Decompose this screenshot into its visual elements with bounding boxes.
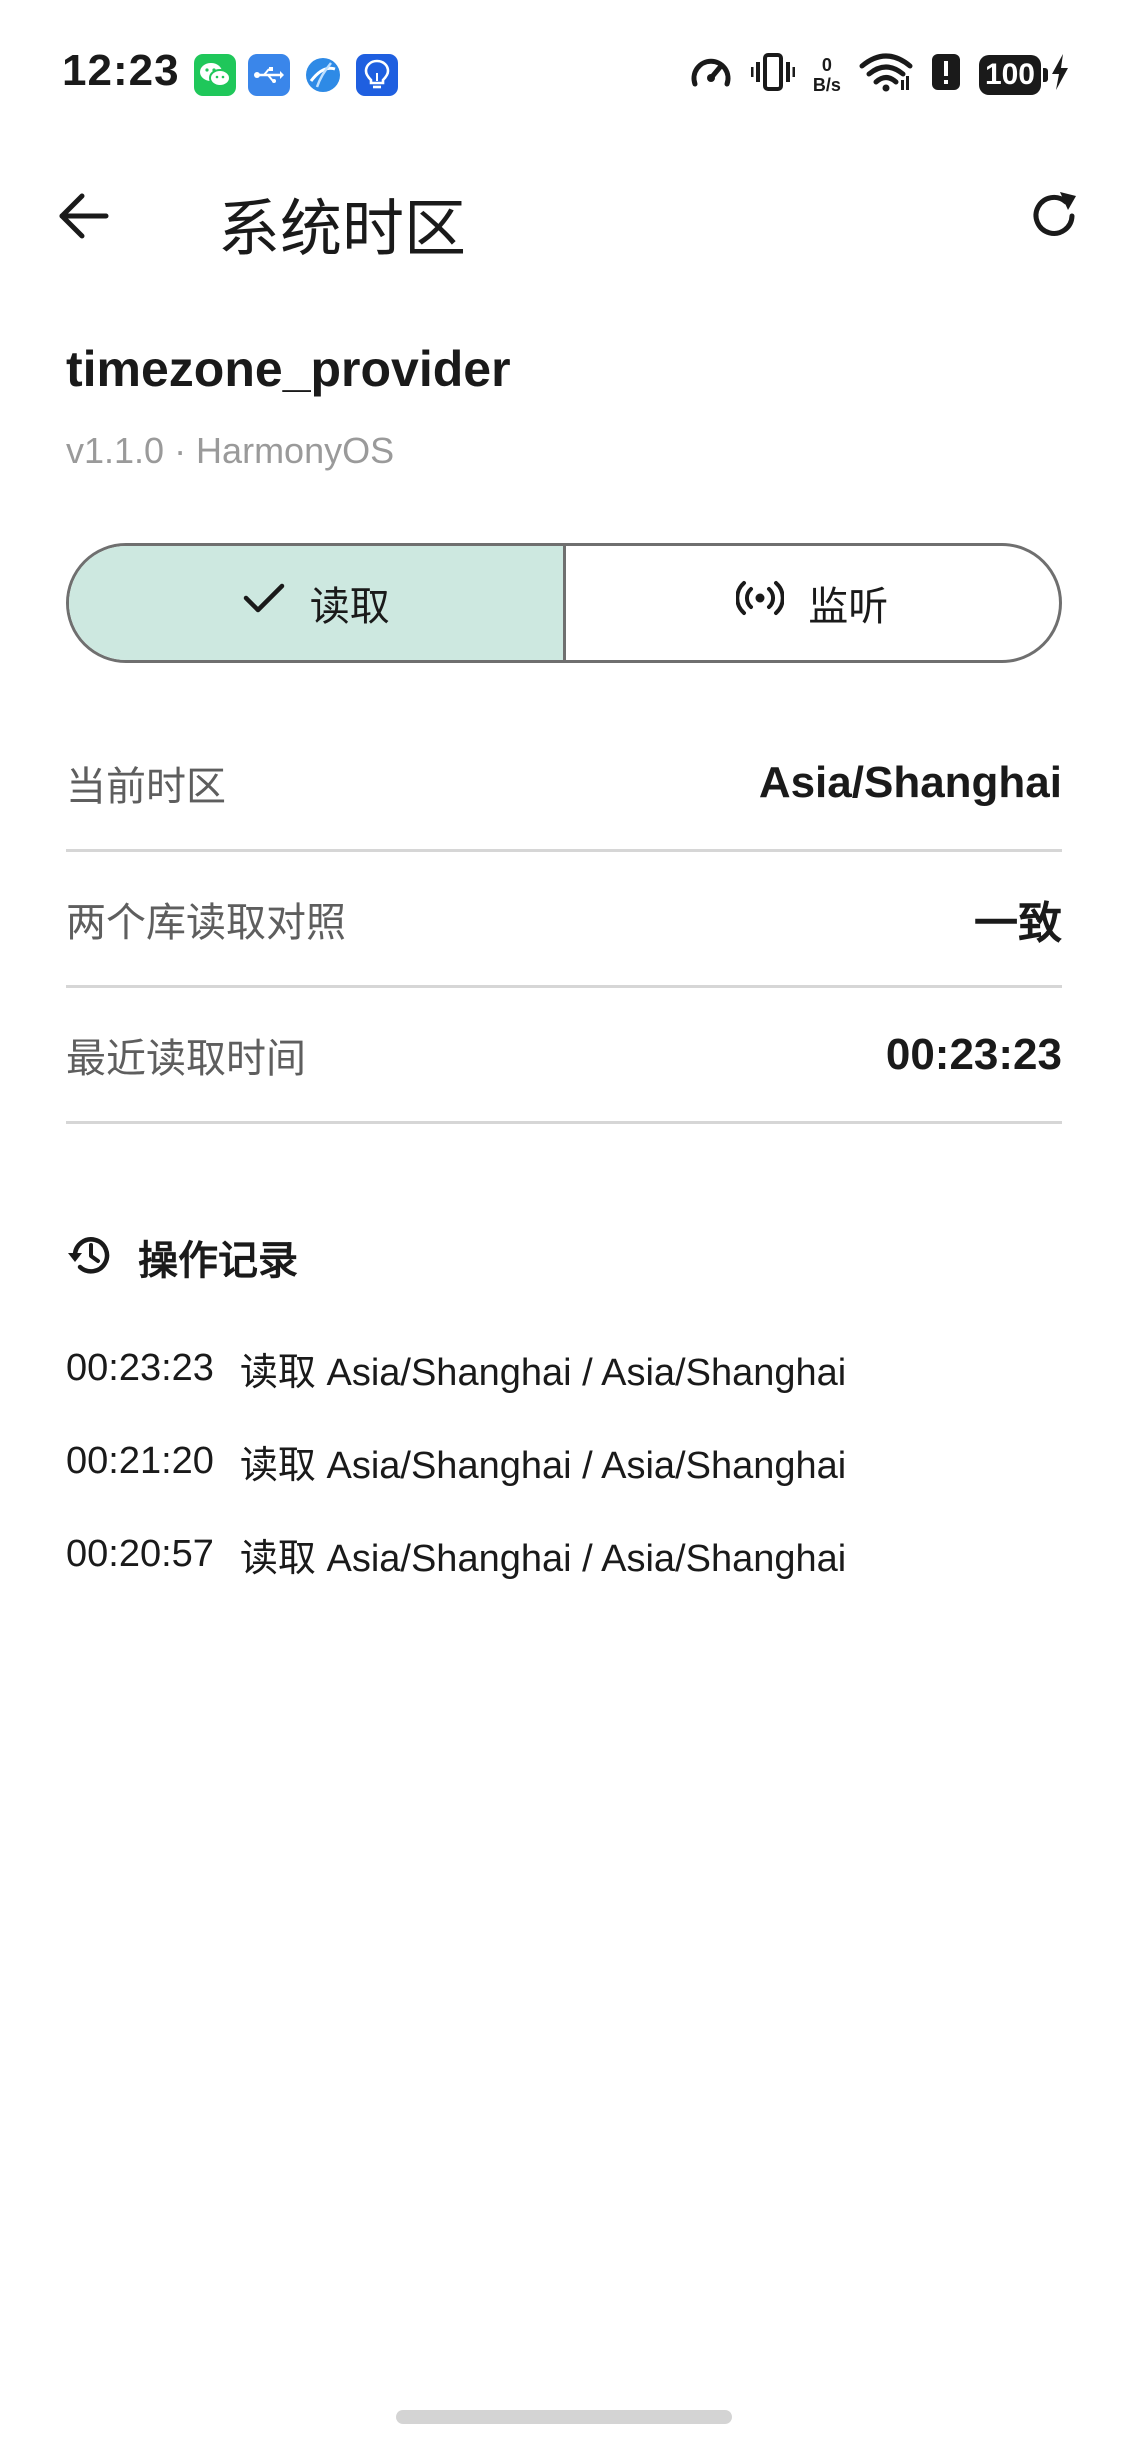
arrow-left-icon (56, 192, 112, 245)
log-item: 00:23:23 读取 Asia/Shanghai / Asia/Shangha… (66, 1322, 1066, 1415)
log-list: 00:23:23 读取 Asia/Shanghai / Asia/Shangha… (66, 1322, 1066, 1601)
log-text: 读取 Asia/Shanghai / Asia/Shanghai (239, 1352, 847, 1394)
gesture-navigation-bar[interactable] (396, 2410, 732, 2424)
page-title: 系统时区 (218, 195, 467, 264)
status-bar: 12:23 0 B/s 100 (0, 0, 1128, 150)
history-icon (66, 1231, 114, 1284)
battery-tip (1043, 67, 1048, 82)
net-speed: 0 B/s (813, 55, 841, 95)
info-value: Asia/Shanghai (758, 757, 1062, 807)
segment-listen[interactable]: 监听 (562, 546, 1060, 660)
refresh-icon (1026, 188, 1082, 249)
info-row-last-read-time: 最近读取时间 00:23:23 (66, 988, 1062, 1124)
wechat-icon (194, 54, 236, 96)
log-time: 00:23:23 (66, 1347, 214, 1389)
segment-read[interactable]: 读取 (69, 546, 563, 660)
alert-icon (931, 52, 961, 97)
log-time: 00:21:20 (66, 1440, 214, 1482)
notification-icons (194, 54, 398, 96)
info-value: 00:23:23 (885, 1029, 1062, 1079)
check-icon (242, 580, 286, 626)
net-speed-unit: B/s (812, 74, 841, 95)
info-list: 当前时区 Asia/Shanghai 两个库读取对照 一致 最近读取时间 00:… (66, 716, 1062, 1124)
net-speed-value: 0 (821, 54, 832, 75)
status-time: 12:23 (62, 46, 180, 95)
log-text: 读取 Asia/Shanghai / Asia/Shanghai (239, 1538, 847, 1580)
charging-icon (1050, 52, 1070, 97)
log-item: 00:21:20 读取 Asia/Shanghai / Asia/Shangha… (66, 1415, 1066, 1508)
usb-icon (248, 54, 290, 96)
provider-meta: v1.1.0 · HarmonyOS (66, 430, 395, 471)
segment-read-label: 读取 (309, 585, 390, 629)
back-button[interactable] (48, 182, 120, 254)
battery-level: 100 (978, 54, 1041, 95)
wifi-icon (859, 52, 913, 97)
info-label: 当前时区 (66, 764, 226, 809)
log-header: 操作记录 (66, 1228, 298, 1286)
broadcast-icon (735, 580, 786, 626)
info-label: 两个库读取对照 (66, 900, 346, 945)
info-row-current-timezone: 当前时区 Asia/Shanghai (66, 716, 1062, 852)
app-bar: 系统时区 (0, 160, 1128, 270)
log-item: 00:20:57 读取 Asia/Shanghai / Asia/Shangha… (66, 1508, 1066, 1601)
browser-icon (302, 54, 344, 96)
log-title: 操作记录 (138, 1239, 298, 1283)
bulb-app-icon (356, 54, 398, 96)
info-label: 最近读取时间 (66, 1036, 306, 1081)
system-icons: 0 B/s 100 (689, 52, 1070, 97)
log-time: 00:20:57 (66, 1533, 214, 1575)
log-text: 读取 Asia/Shanghai / Asia/Shanghai (239, 1445, 847, 1487)
info-row-library-compare: 两个库读取对照 一致 (66, 852, 1062, 988)
battery-indicator: 100 (978, 52, 1070, 97)
speedometer-icon (689, 52, 733, 97)
refresh-button[interactable] (1018, 182, 1090, 254)
mode-segmented-control: 读取 监听 (66, 543, 1062, 663)
vibrate-icon (750, 52, 796, 97)
provider-name: timezone_provider (66, 341, 511, 397)
segment-listen-label: 监听 (808, 585, 889, 629)
info-value: 一致 (974, 898, 1062, 948)
